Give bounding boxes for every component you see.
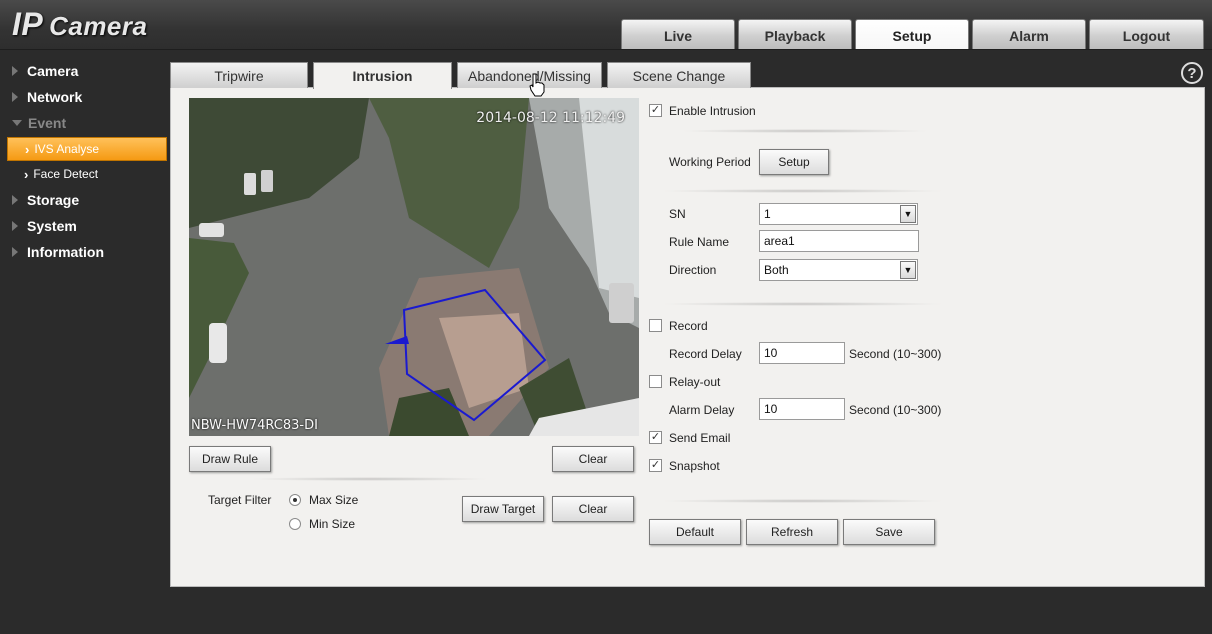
rule-name-label: Rule Name [669,235,730,249]
video-timestamp: 2014-08-12 11:12:49 [476,110,625,126]
sidebar-item-label: Face Detect [33,167,99,181]
sidebar-item-ivs-analyse[interactable]: › IVS Analyse [7,137,167,161]
divider [680,129,930,133]
chevron-right-icon: › [25,141,30,157]
sidebar: Camera Network Event › IVS Analyse › Face … [0,58,168,265]
triangle-right-icon [12,247,18,257]
direction-value: Both [764,263,789,277]
sidebar-item-storage[interactable]: Storage [0,187,168,213]
sidebar-item-label: Network [27,89,83,105]
clear-target-button[interactable]: Clear [552,496,634,522]
sidebar-item-label: Storage [27,192,80,208]
min-size-radio[interactable] [289,518,301,530]
sidebar-item-label: Event [28,115,67,131]
divider [660,499,945,503]
alarm-delay-input[interactable]: 10 [759,398,845,420]
sidebar-item-event[interactable]: Event [0,110,168,136]
sidebar-item-face-detect[interactable]: › Face Detect [0,162,168,186]
divider [660,189,945,193]
sn-select[interactable]: 1 ▼ [759,203,918,225]
target-filter-label: Target Filter [208,493,272,507]
chevron-down-icon: ▼ [900,261,916,279]
sidebar-item-label: IVS Analyse [34,142,100,156]
app-logo: IP Camera [12,6,147,43]
triangle-right-icon [12,92,18,102]
sidebar-item-information[interactable]: Information [0,239,168,265]
snapshot-checkbox[interactable]: ✓ [649,459,662,472]
draw-target-button[interactable]: Draw Target [462,496,544,522]
sidebar-item-label: Information [27,244,104,260]
default-button[interactable]: Default [649,519,741,545]
sub-tabs: Tripwire Intrusion Abandoned/Missing Sce… [170,62,756,89]
working-period-setup-button[interactable]: Setup [759,149,829,175]
tab-setup[interactable]: Setup [855,19,969,49]
video-camera-name: NBW-HW74RC83-DI [191,418,318,433]
hand-cursor-icon [529,73,545,97]
record-delay-label: Record Delay [669,347,742,361]
divider [250,477,490,481]
direction-label: Direction [669,263,717,277]
triangle-right-icon [12,221,18,231]
tab-live[interactable]: Live [621,19,735,49]
sn-value: 1 [764,207,771,221]
record-delay-input[interactable]: 10 [759,342,845,364]
record-checkbox[interactable] [649,319,662,332]
record-label: Record [669,319,708,333]
help-icon[interactable]: ? [1181,62,1203,84]
divider [660,302,945,306]
max-size-label: Max Size [309,493,359,507]
enable-intrusion-checkbox[interactable]: ✓ [649,104,662,117]
relay-out-checkbox[interactable] [649,375,662,388]
sn-label: SN [669,207,686,221]
sidebar-item-network[interactable]: Network [0,84,168,110]
save-button[interactable]: Save [843,519,935,545]
logo-camera: Camera [49,11,148,41]
triangle-right-icon [12,66,18,76]
send-email-checkbox[interactable]: ✓ [649,431,662,444]
triangle-right-icon [12,195,18,205]
top-nav: Live Playback Setup Alarm Logout [621,19,1207,49]
sidebar-item-label: Camera [27,63,79,79]
chevron-down-icon: ▼ [900,205,916,223]
header-bar: IP Camera Live Playback Setup Alarm Logo… [0,0,1212,50]
tab-playback[interactable]: Playback [738,19,852,49]
alarm-delay-label: Alarm Delay [669,403,735,417]
tab-alarm[interactable]: Alarm [972,19,1086,49]
tab-logout[interactable]: Logout [1089,19,1204,49]
sidebar-item-camera[interactable]: Camera [0,58,168,84]
chevron-right-icon: › [24,166,29,182]
working-period-label: Working Period [669,155,751,169]
direction-select[interactable]: Both ▼ [759,259,918,281]
tab-scene-change[interactable]: Scene Change [607,62,751,88]
snapshot-label: Snapshot [669,459,720,473]
tab-tripwire[interactable]: Tripwire [170,62,308,88]
clear-rule-button[interactable]: Clear [552,446,634,472]
sidebar-item-label: System [27,218,77,234]
max-size-radio[interactable] [289,494,301,506]
rule-name-input[interactable]: area1 [759,230,919,252]
refresh-button[interactable]: Refresh [746,519,838,545]
relay-out-label: Relay-out [669,375,721,389]
record-delay-unit: Second (10~300) [849,347,942,361]
tab-intrusion[interactable]: Intrusion [313,62,452,89]
min-size-label: Min Size [309,517,356,531]
camera-scene [189,98,639,436]
draw-rule-button[interactable]: Draw Rule [189,446,271,472]
video-preview[interactable]: 2014-08-12 11:12:49 NBW-HW74RC83-DI [189,98,639,436]
send-email-label: Send Email [669,431,731,445]
sidebar-item-system[interactable]: System [0,213,168,239]
enable-intrusion-label: Enable Intrusion [669,104,756,118]
logo-ip: IP [12,6,44,42]
triangle-down-icon [12,120,22,126]
alarm-delay-unit: Second (10~300) [849,403,942,417]
